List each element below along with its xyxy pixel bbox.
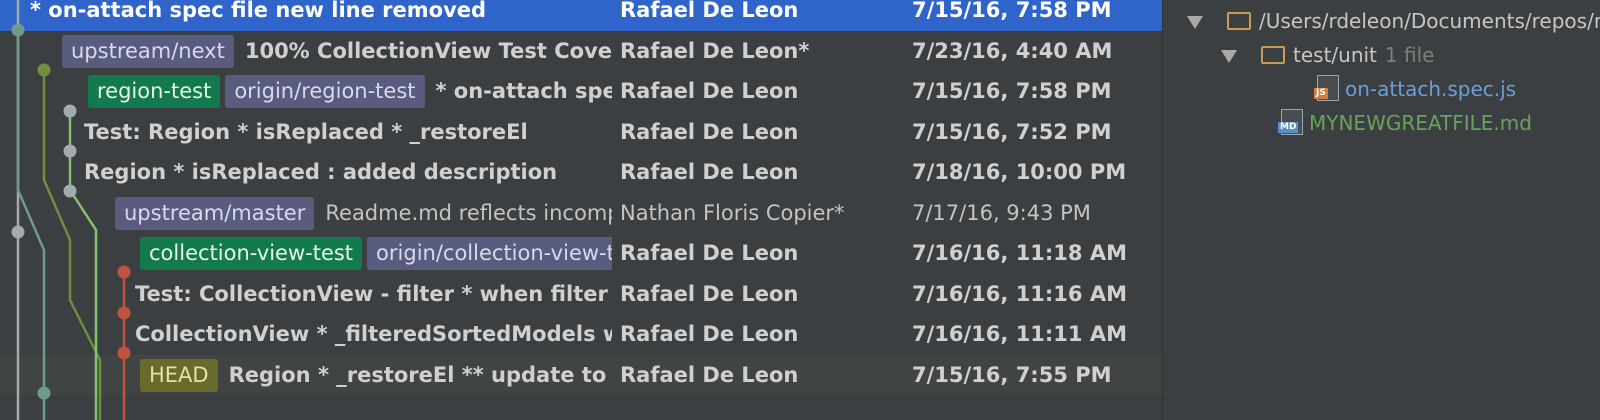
commit-date: 7/15/16, 7:58 PM bbox=[912, 79, 1112, 103]
remote-branch-label[interactable]: origin/region-test bbox=[225, 75, 425, 108]
commit-date: 7/15/16, 7:55 PM bbox=[912, 362, 1112, 387]
commit-node[interactable] bbox=[117, 306, 131, 320]
commit-message: Region * isReplaced : added description bbox=[84, 160, 558, 184]
commit-date: 7/16/16, 11:11 AM bbox=[912, 322, 1127, 346]
commit-subject-cell: upstream/next 100% CollectionView Test Co… bbox=[62, 31, 612, 72]
commit-node[interactable] bbox=[37, 386, 51, 400]
commit-node[interactable] bbox=[63, 184, 77, 198]
graph-line bbox=[68, 110, 98, 420]
commit-row[interactable]: Region * isReplaced : added description R… bbox=[0, 152, 1162, 193]
commit-subject-cell: Test: Region * isReplaced * _restoreEl bbox=[84, 112, 612, 153]
commit-node[interactable] bbox=[63, 104, 77, 118]
tree-file-modified[interactable]: JS on-attach.spec.js bbox=[1314, 72, 1517, 106]
folder-icon bbox=[1261, 45, 1285, 64]
local-branch-label[interactable]: collection-view-test bbox=[140, 237, 363, 270]
commit-row[interactable]: upstream/next 100% CollectionView Test Co… bbox=[0, 31, 1162, 72]
commit-message: Test: CollectionView - filter * when fil… bbox=[135, 281, 612, 306]
commit-date: 7/23/16, 4:40 AM bbox=[912, 38, 1113, 63]
commit-message: Region * _restoreEl ** update to use bbox=[228, 362, 612, 387]
commit-subject-cell: Test: CollectionView - filter * when fil… bbox=[135, 274, 612, 315]
commit-author: Rafael De Leon bbox=[620, 79, 799, 103]
commit-subject-cell: Region * isReplaced : added description bbox=[84, 152, 612, 193]
commit-author: Nathan Floris Copier* bbox=[620, 200, 845, 225]
head-label[interactable]: HEAD bbox=[140, 358, 218, 392]
tree-file-new[interactable]: MD MYNEWGREATFILE.md bbox=[1278, 106, 1532, 140]
commit-date: 7/16/16, 11:16 AM bbox=[912, 281, 1127, 306]
commit-message: * on-attach spec file new line removed bbox=[435, 79, 612, 103]
commit-node[interactable] bbox=[11, 225, 25, 239]
commit-message: Test: Region * isReplaced * _restoreEl bbox=[84, 119, 528, 144]
commit-date: 7/15/16, 7:52 PM bbox=[912, 119, 1112, 144]
commit-subject-cell: collection-view-test origin/collection-vi… bbox=[140, 233, 612, 274]
commit-message: CollectionView * _filteredSortedModels w… bbox=[135, 322, 612, 346]
commit-graph bbox=[11, 0, 131, 420]
commit-subject-cell: HEAD Region * _restoreEl ** update to use bbox=[140, 355, 612, 396]
commit-author: Rafael De Leon bbox=[620, 241, 799, 265]
commit-subject-cell: region-test origin/region-test * on-attach… bbox=[88, 71, 612, 112]
subfolder-file-count: 1 file bbox=[1384, 43, 1435, 67]
js-file-icon: JS bbox=[1314, 74, 1339, 101]
expand-arrow-icon[interactable] bbox=[1187, 16, 1203, 29]
commit-row[interactable]: CollectionView * _filteredSortedModels w… bbox=[0, 314, 1162, 355]
commit-row[interactable]: upstream/master Readme.md reflects incomp… bbox=[0, 193, 1162, 234]
commit-author: Rafael De Leon bbox=[620, 119, 799, 144]
commit-message: Readme.md reflects incomplete status bbox=[325, 200, 612, 225]
commit-author: Rafael De Leon bbox=[620, 322, 799, 346]
commit-author: Rafael De Leon bbox=[620, 160, 799, 184]
commit-node[interactable] bbox=[117, 265, 131, 279]
commit-author: Rafael De Leon bbox=[620, 0, 799, 22]
commit-subject-cell: upstream/master Readme.md reflects incomp… bbox=[115, 193, 612, 234]
commit-author: Rafael De Leon* bbox=[620, 38, 810, 63]
commit-row[interactable]: collection-view-test origin/collection-vi… bbox=[0, 233, 1162, 274]
remote-branch-label[interactable]: origin/collection-view-test bbox=[367, 237, 612, 270]
commit-node[interactable] bbox=[37, 63, 51, 77]
commit-date: 7/17/16, 9:43 PM bbox=[912, 200, 1091, 225]
commit-node[interactable] bbox=[63, 144, 77, 158]
markdown-file-icon: MD bbox=[1278, 108, 1303, 135]
graph-line bbox=[42, 70, 102, 420]
changed-files-tree: /Users/rdeleon/Documents/repos/marionett… bbox=[1162, 0, 1600, 420]
folder-icon bbox=[1227, 11, 1251, 30]
tree-root-folder[interactable]: /Users/rdeleon/Documents/repos/marionett… bbox=[1187, 4, 1600, 38]
commit-node[interactable] bbox=[11, 23, 25, 37]
graph-line bbox=[16, 30, 46, 420]
new-file-name: MYNEWGREATFILE.md bbox=[1309, 111, 1532, 135]
commit-message: 100% CollectionView Test Coverage bbox=[244, 38, 612, 63]
commit-log-panel: * on-attach spec file new line removed Ra… bbox=[0, 0, 1162, 420]
commit-row[interactable]: Test: CollectionView - filter * when fil… bbox=[0, 274, 1162, 315]
tree-subfolder[interactable]: test/unit 1 file bbox=[1221, 38, 1434, 72]
root-path-label: /Users/rdeleon/Documents/repos/marionett… bbox=[1259, 9, 1600, 33]
commit-date: 7/18/16, 10:00 PM bbox=[912, 160, 1127, 184]
expand-arrow-icon[interactable] bbox=[1221, 50, 1237, 63]
remote-branch-label[interactable]: upstream/master bbox=[115, 196, 315, 230]
commit-row[interactable]: Test: Region * isReplaced * _restoreEl Ra… bbox=[0, 112, 1162, 153]
commit-subject-cell: CollectionView * _filteredSortedModels w… bbox=[135, 314, 612, 355]
commit-row[interactable]: region-test origin/region-test * on-attach… bbox=[0, 71, 1162, 112]
modified-file-name: on-attach.spec.js bbox=[1345, 77, 1517, 101]
commit-row[interactable]: * on-attach spec file new line removed Ra… bbox=[0, 0, 1162, 31]
commit-date: 7/16/16, 11:18 AM bbox=[912, 241, 1127, 265]
commit-row[interactable]: HEAD Region * _restoreEl ** update to use… bbox=[0, 354, 1162, 396]
subfolder-label: test/unit bbox=[1293, 43, 1377, 67]
commit-date: 7/15/16, 7:58 PM bbox=[912, 0, 1112, 22]
commit-node[interactable] bbox=[117, 346, 131, 360]
commit-author: Rafael De Leon bbox=[620, 362, 799, 387]
commit-author: Rafael De Leon bbox=[620, 281, 799, 306]
